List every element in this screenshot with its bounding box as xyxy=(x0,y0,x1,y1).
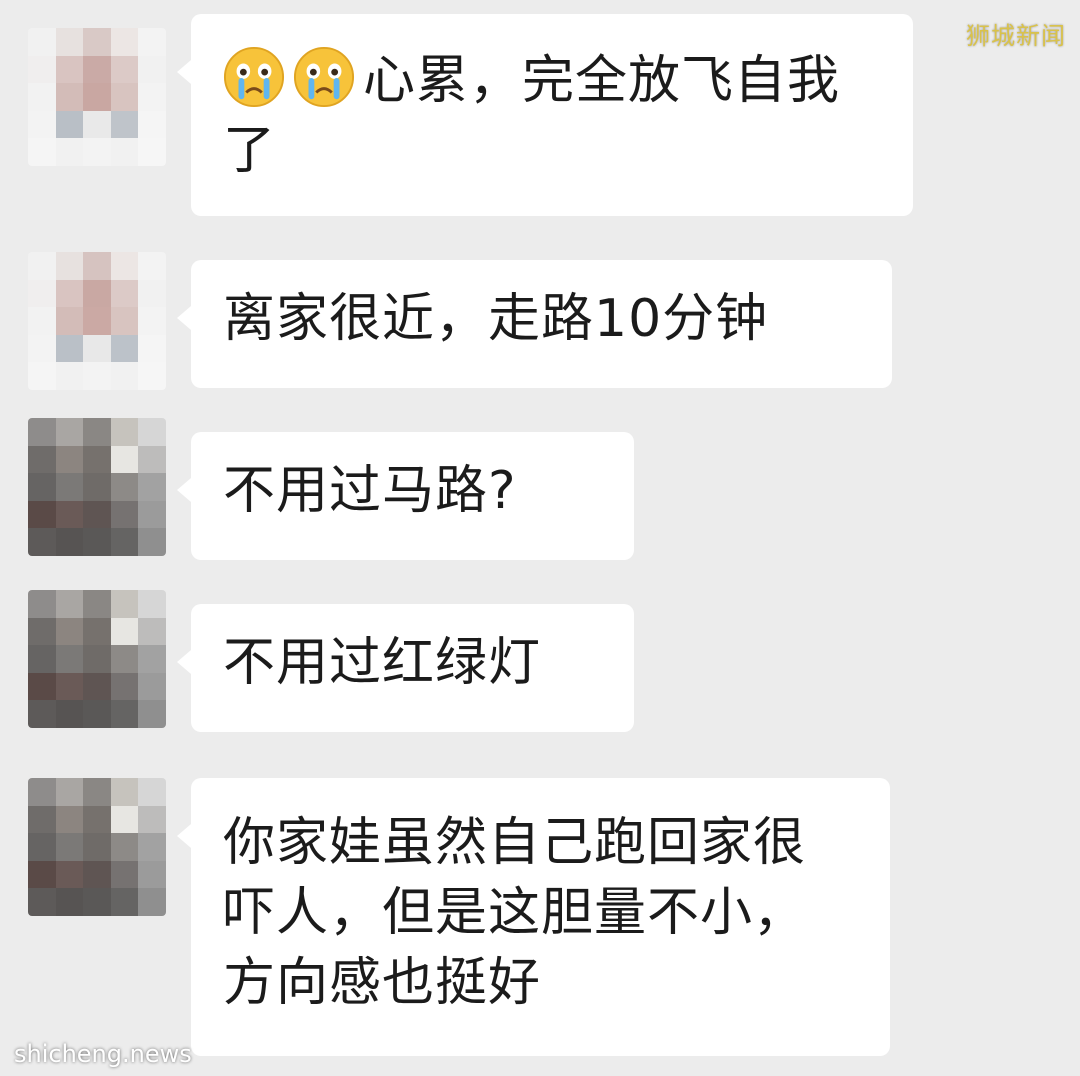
message-bubble[interactable]: 不用过马路? xyxy=(177,432,634,560)
chat-area: 心累，完全放飞自我了 离家很近，走路10分钟 不用过马路? 不用过红绿灯 你家娃… xyxy=(0,0,1080,1076)
message-bubble[interactable]: 离家很近，走路10分钟 xyxy=(177,260,892,388)
message-bubble[interactable]: 心累，完全放飞自我了 xyxy=(177,14,913,216)
avatar[interactable] xyxy=(28,252,166,390)
avatar[interactable] xyxy=(28,778,166,916)
message-text: 不用过红绿灯 xyxy=(223,633,542,693)
crying-face-icon xyxy=(293,46,355,108)
message-text: 你家娃虽然自己跑回家很吓人，但是这胆量不小，方向感也挺好 xyxy=(223,813,807,1013)
crying-face-icon xyxy=(223,46,285,108)
avatar[interactable] xyxy=(28,28,166,166)
avatar[interactable] xyxy=(28,590,166,728)
message-text: 不用过马路? xyxy=(223,461,517,521)
message-bubble[interactable]: 你家娃虽然自己跑回家很吓人，但是这胆量不小，方向感也挺好 xyxy=(177,778,890,1056)
avatar[interactable] xyxy=(28,418,166,556)
message-bubble[interactable]: 不用过红绿灯 xyxy=(177,604,634,732)
watermark-url: shicheng.news xyxy=(14,1040,192,1068)
message-text: 离家很近，走路10分钟 xyxy=(223,289,769,349)
watermark-logo-text: 狮城新闻 xyxy=(966,22,1066,50)
